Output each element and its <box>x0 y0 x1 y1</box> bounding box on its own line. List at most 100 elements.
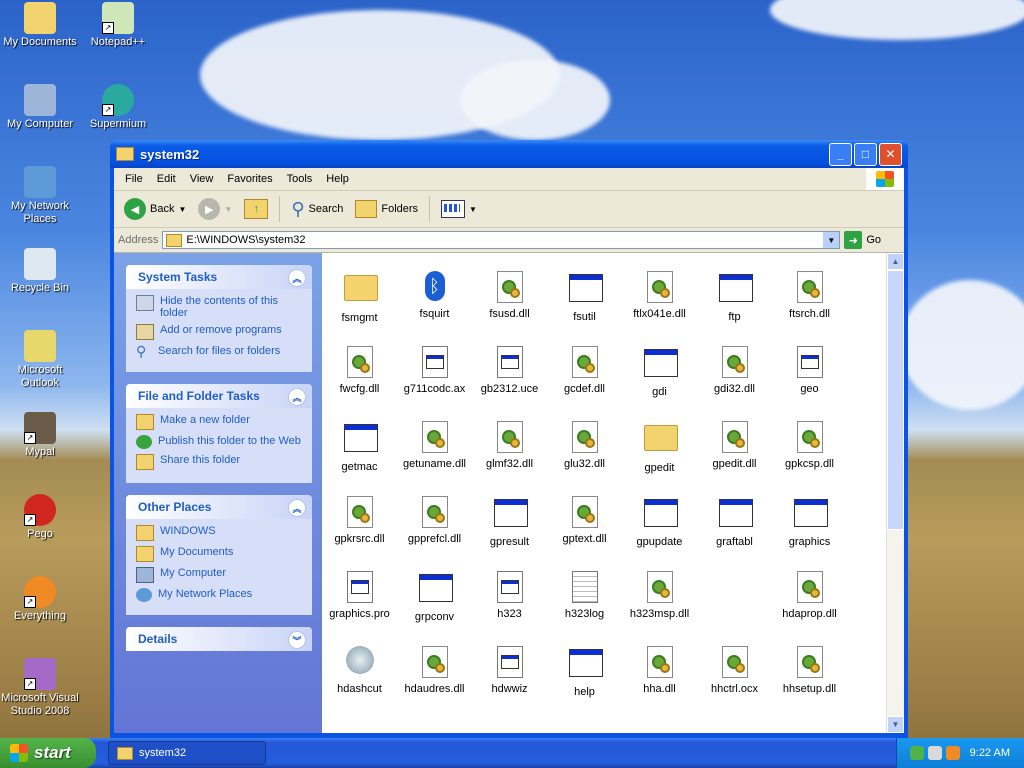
collapse-icon[interactable]: ︽ <box>288 269 306 287</box>
chevron-down-icon[interactable]: ▼ <box>469 205 477 214</box>
file-item[interactable]: hhsetup.dll <box>772 646 847 695</box>
desktop-icon-microsoft-outlook[interactable]: Microsoft Outlook <box>0 330 80 390</box>
views-button[interactable]: ▼ <box>437 198 481 220</box>
other-places-header[interactable]: Other Places ︽ <box>126 495 312 519</box>
file-item[interactable]: gcdef.dll <box>547 346 622 395</box>
file-item[interactable]: h323 <box>472 571 547 620</box>
network-tray-icon[interactable] <box>909 746 924 760</box>
forward-button[interactable]: ▶ ▼ <box>194 196 236 222</box>
desktop-icon-notepad-[interactable]: ↗ Notepad++ <box>78 2 158 49</box>
file-item[interactable]: h323log <box>547 571 622 620</box>
file-item[interactable]: gb2312.uce <box>472 346 547 395</box>
file-item[interactable]: glmf32.dll <box>472 421 547 470</box>
file-item[interactable]: gpkcsp.dll <box>772 421 847 470</box>
close-button[interactable]: ✕ <box>879 142 902 166</box>
desktop-icon-mypal[interactable]: ↗ Mypal <box>0 412 80 459</box>
file-item[interactable]: graphics <box>772 496 847 548</box>
file-item[interactable]: hdwwiz <box>472 646 547 695</box>
minimize-button[interactable]: _ <box>829 142 852 166</box>
file-item[interactable]: hdashcut <box>322 646 397 695</box>
file-item[interactable]: gdi <box>622 346 697 398</box>
file-item[interactable]: graphics.pro <box>322 571 397 620</box>
file-item[interactable]: gptext.dll <box>547 496 622 545</box>
menu-tools[interactable]: Tools <box>280 173 320 185</box>
desktop-icon-everything[interactable]: ↗ Everything <box>0 576 80 623</box>
file-item[interactable]: ftlx041e.dll <box>622 271 697 320</box>
explorer-window[interactable]: system32 _ □ ✕ File Edit View Favorites … <box>110 140 908 738</box>
file-item[interactable]: gpprefcl.dll <box>397 496 472 545</box>
system-tasks-header[interactable]: System Tasks ︽ <box>126 265 312 289</box>
file-item[interactable]: getmac <box>322 421 397 473</box>
search-tray-icon[interactable] <box>945 746 960 760</box>
vertical-scrollbar[interactable]: ▲ ▼ <box>886 253 904 733</box>
file-item[interactable]: gpresult <box>472 496 547 548</box>
file-item[interactable]: hdaudres.dll <box>397 646 472 695</box>
file-folder-tasks-header[interactable]: File and Folder Tasks ︽ <box>126 384 312 408</box>
back-button[interactable]: ◀ Back ▼ <box>120 196 190 222</box>
chevron-down-icon[interactable]: ▼ <box>823 232 840 248</box>
collapse-icon[interactable]: ︽ <box>288 499 306 517</box>
maximize-button[interactable]: □ <box>854 142 877 166</box>
place-my-network[interactable]: My Network Places <box>136 588 302 602</box>
file-item[interactable]: fwcfg.dll <box>322 346 397 395</box>
scroll-up-button[interactable]: ▲ <box>887 253 904 270</box>
file-item[interactable]: grpconv <box>397 571 472 623</box>
file-item[interactable]: gpedit.dll <box>697 421 772 470</box>
task-new-folder[interactable]: Make a new folder <box>136 414 302 430</box>
menu-edit[interactable]: Edit <box>150 173 183 185</box>
file-item[interactable]: ftp <box>697 271 772 323</box>
menu-favorites[interactable]: Favorites <box>220 173 279 185</box>
task-hide-contents[interactable]: Hide the contents of this folder <box>136 295 302 319</box>
file-item[interactable]: graftabl <box>697 496 772 548</box>
task-search-files[interactable]: ⚲ Search for files or folders <box>136 344 302 359</box>
file-item[interactable]: ftsrch.dll <box>772 271 847 320</box>
file-item[interactable]: gpupdate <box>622 496 697 548</box>
address-input[interactable]: E:\WINDOWS\system32 ▼ <box>162 231 841 249</box>
scroll-down-button[interactable]: ▼ <box>887 716 904 733</box>
taskbar-window-button[interactable]: system32 <box>108 741 266 765</box>
desktop-icon-my-computer[interactable]: My Computer <box>0 84 80 131</box>
file-item[interactable]: glu32.dll <box>547 421 622 470</box>
menu-view[interactable]: View <box>183 173 221 185</box>
file-item[interactable]: geo <box>772 346 847 395</box>
up-folder-button[interactable]: ↑ <box>240 197 272 221</box>
file-item[interactable]: getuname.dll <box>397 421 472 470</box>
file-item[interactable]: hdaprop.dll <box>772 571 847 620</box>
desktop-icon-supermium[interactable]: ↗ Supermium <box>78 84 158 131</box>
file-item[interactable]: hhctrl.ocx <box>697 646 772 695</box>
file-item[interactable]: gpkrsrc.dll <box>322 496 397 545</box>
clock[interactable]: 9:22 AM <box>970 747 1010 759</box>
file-item[interactable]: gdi32.dll <box>697 346 772 395</box>
task-publish-web[interactable]: Publish this folder to the Web <box>136 435 302 449</box>
search-button[interactable]: ⚲ Search <box>287 197 347 222</box>
desktop-icon-recycle-bin[interactable]: Recycle Bin <box>0 248 80 295</box>
task-share-folder[interactable]: Share this folder <box>136 454 302 470</box>
file-item[interactable]: h323msp.dll <box>622 571 697 620</box>
file-item[interactable]: fsmgmt <box>322 271 397 324</box>
task-add-remove-programs[interactable]: Add or remove programs <box>136 324 302 340</box>
menu-file[interactable]: File <box>118 173 150 185</box>
collapse-icon[interactable]: ︽ <box>288 388 306 406</box>
file-item[interactable]: help <box>547 646 622 698</box>
go-button[interactable]: ➜ Go <box>844 231 881 249</box>
folders-button[interactable]: Folders <box>351 198 422 220</box>
file-item[interactable]: gpedit <box>622 421 697 474</box>
file-item[interactable]: hha.dll <box>622 646 697 695</box>
place-windows[interactable]: WINDOWS <box>136 525 302 541</box>
desktop-icon-my-documents[interactable]: My Documents <box>0 2 80 49</box>
expand-icon[interactable]: ︾ <box>288 631 306 649</box>
phone-tray-icon[interactable] <box>927 746 942 760</box>
chevron-down-icon[interactable]: ▼ <box>178 205 186 214</box>
start-button[interactable]: start <box>0 738 96 768</box>
file-item[interactable]: ᛒ fsquirt <box>397 271 472 320</box>
file-item[interactable]: fsutil <box>547 271 622 323</box>
title-bar[interactable]: system32 _ □ ✕ <box>110 140 908 168</box>
place-my-documents[interactable]: My Documents <box>136 546 302 562</box>
details-header[interactable]: Details ︾ <box>126 627 312 651</box>
scroll-thumb[interactable] <box>887 270 904 530</box>
desktop-icon-microsoft-visual-studio-2008[interactable]: ↗ Microsoft Visual Studio 2008 <box>0 658 80 718</box>
chevron-down-icon[interactable]: ▼ <box>224 205 232 214</box>
place-my-computer[interactable]: My Computer <box>136 567 302 583</box>
menu-help[interactable]: Help <box>319 173 356 185</box>
file-item[interactable]: g711codc.ax <box>397 346 472 395</box>
